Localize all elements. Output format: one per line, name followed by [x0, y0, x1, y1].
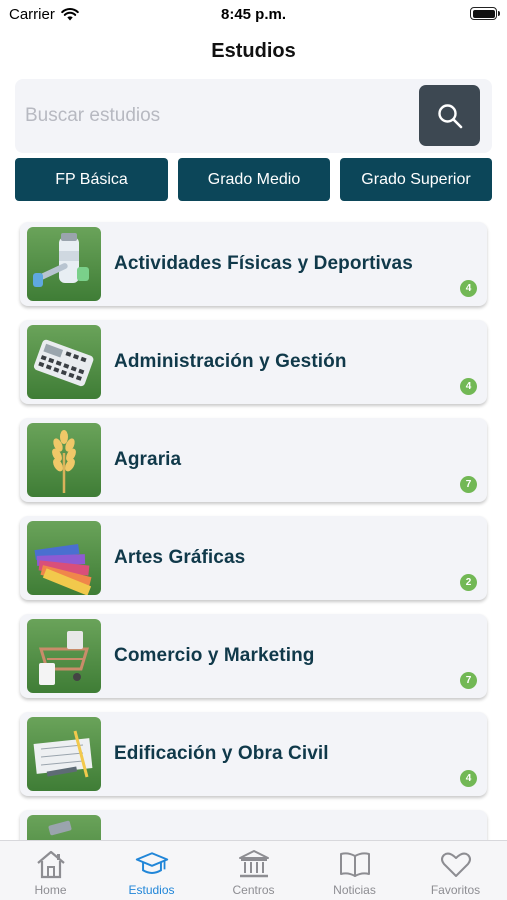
tab-noticias[interactable]: Noticias: [304, 841, 405, 900]
study-count-badge: 7: [460, 672, 477, 689]
study-count-badge: 4: [460, 770, 477, 787]
search-bar: [15, 79, 492, 153]
study-name: Administración y Gestión: [114, 351, 347, 372]
tab-label: Estudios: [128, 883, 175, 897]
study-count-badge: 7: [460, 476, 477, 493]
tab-label: Favoritos: [430, 883, 481, 897]
tab-favoritos[interactable]: Favoritos: [405, 841, 506, 900]
calculator-icon: [27, 325, 101, 399]
study-count-badge: 4: [460, 378, 477, 395]
tab-home[interactable]: Home: [0, 841, 101, 900]
tab-label: Centros: [232, 883, 275, 897]
study-name: Comercio y Marketing: [114, 645, 315, 666]
study-card-edificacion[interactable]: Edificación y Obra Civil 4: [20, 712, 487, 796]
book-open-icon: [338, 848, 372, 880]
home-icon: [34, 848, 68, 880]
search-button[interactable]: [419, 85, 480, 146]
screen: Carrier 8:45 p.m. Estudios FP Básica Gra…: [0, 0, 507, 900]
study-count-badge: 2: [460, 574, 477, 591]
study-count-badge: 4: [460, 280, 477, 297]
status-bar: Carrier 8:45 p.m.: [0, 0, 507, 30]
page-title: Estudios: [211, 40, 296, 62]
study-name: Agraria: [114, 449, 182, 470]
building-columns-icon: [237, 848, 271, 880]
study-name: Edificación y Obra Civil: [114, 743, 329, 764]
graduation-cap-icon: [135, 848, 169, 880]
study-card-comercio-marketing[interactable]: Comercio y Marketing 7: [20, 614, 487, 698]
study-name: Actividades Físicas y Deportivas: [114, 253, 413, 274]
tab-centros[interactable]: Centros: [203, 841, 304, 900]
tab-bar: Home Estudios Centros Noticias Favoritos: [0, 840, 507, 900]
study-card-agraria[interactable]: Agraria 7: [20, 418, 487, 502]
filter-grado-superior-button[interactable]: Grado Superior: [340, 158, 492, 201]
filter-grado-medio-button[interactable]: Grado Medio: [178, 158, 330, 201]
blueprint-tools-icon: [27, 717, 101, 791]
study-name: Artes Gráficas: [114, 547, 246, 568]
battery-icon: [470, 7, 500, 20]
shopping-cart-icon: [27, 619, 101, 693]
study-card-actividades-fisicas[interactable]: Actividades Físicas y Deportivas 4: [20, 222, 487, 306]
study-card-administracion[interactable]: Administración y Gestión 4: [20, 320, 487, 404]
tab-label: Noticias: [333, 883, 376, 897]
sports-bottle-dumbbell-icon: [27, 227, 101, 301]
wheat-icon: [27, 423, 101, 497]
color-swatches-icon: [27, 521, 101, 595]
tab-estudios[interactable]: Estudios: [101, 841, 202, 900]
status-time: 8:45 p.m.: [220, 6, 287, 23]
study-card-artes-graficas[interactable]: Artes Gráficas 2: [20, 516, 487, 600]
level-filters: FP Básica Grado Medio Grado Superior: [15, 158, 492, 201]
tab-label: Home: [34, 883, 67, 897]
filter-fp-basica-button[interactable]: FP Básica: [15, 158, 168, 201]
search-icon: [437, 103, 462, 128]
search-input[interactable]: [25, 97, 405, 135]
heart-icon: [439, 848, 473, 880]
